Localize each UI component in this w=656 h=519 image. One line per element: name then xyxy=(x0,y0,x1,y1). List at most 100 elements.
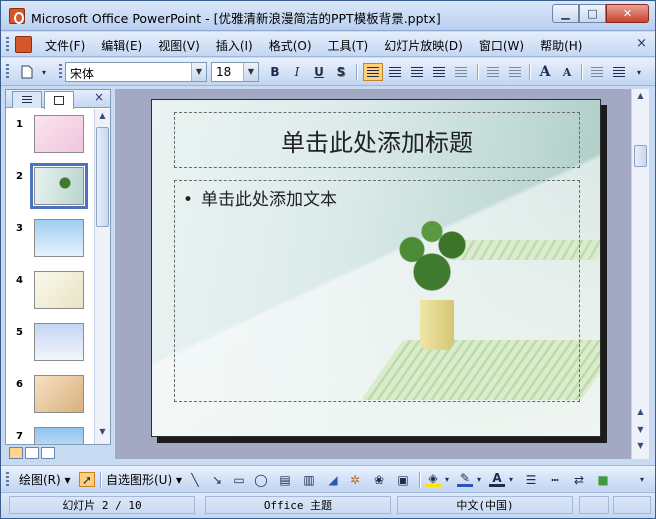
decrease-font-button[interactable]: A xyxy=(557,63,577,81)
tab-outline[interactable] xyxy=(12,91,42,108)
oval-icon[interactable]: ◯ xyxy=(253,472,269,487)
slide-scrollbar[interactable]: ▲ ▲ ▼ ▼ xyxy=(631,89,649,459)
draw-menu-button[interactable]: 绘图(R) ▾ xyxy=(19,471,71,488)
document-close-button[interactable]: × xyxy=(636,36,647,51)
shadow-style-icon[interactable]: ■ xyxy=(595,472,611,487)
scrollbar-thumb[interactable] xyxy=(634,145,647,167)
font-size-select[interactable]: 18 ▼ xyxy=(211,62,259,82)
line-icon[interactable]: ╲ xyxy=(187,472,203,487)
fill-color-icon[interactable]: ◈ xyxy=(425,471,441,487)
toolbar-options-icon[interactable]: ▾ xyxy=(39,63,49,81)
slide-thumbnail-row[interactable]: 1 xyxy=(6,113,94,159)
tab-slides[interactable] xyxy=(44,91,74,109)
title-placeholder[interactable]: 单击此处添加标题 xyxy=(174,112,580,168)
slide-sorter-view-icon[interactable] xyxy=(25,447,39,459)
slide-thumbnail[interactable] xyxy=(34,115,84,153)
font-name-select[interactable]: 宋体 ▼ xyxy=(65,62,207,82)
line-style-icon[interactable]: ☰ xyxy=(523,472,539,487)
powerpoint-app-icon[interactable] xyxy=(9,8,25,24)
clip-art-icon[interactable]: ❀ xyxy=(371,472,387,487)
wordart-icon[interactable]: ◢ xyxy=(325,472,341,487)
normal-view-icon[interactable] xyxy=(9,447,23,459)
toolbar-options-icon[interactable]: ▾ xyxy=(637,472,647,487)
arrow-icon[interactable]: ↘ xyxy=(209,472,225,487)
close-button[interactable]: ✕ xyxy=(606,4,649,23)
vertical-text-box-icon[interactable]: ▥ xyxy=(301,472,317,487)
toolbar-grip[interactable] xyxy=(59,64,62,80)
numbering-button[interactable] xyxy=(483,63,503,81)
decrease-indent-button[interactable] xyxy=(587,63,607,81)
slide-thumbnail-row[interactable]: 3 xyxy=(6,217,94,263)
new-document-icon[interactable] xyxy=(17,63,37,81)
align-center-button[interactable] xyxy=(385,63,405,81)
menu-slideshow[interactable]: 幻灯片放映(D) xyxy=(384,37,463,54)
slide-thumbnail-row[interactable]: 6 xyxy=(6,373,94,419)
menu-file[interactable]: 文件(F) xyxy=(45,37,85,54)
slide-thumbnail-row[interactable]: 2 xyxy=(6,163,94,211)
increase-indent-button[interactable] xyxy=(609,63,629,81)
rectangle-icon[interactable]: ▭ xyxy=(231,472,247,487)
arrow-style-icon[interactable]: ⇄ xyxy=(571,472,587,487)
thumbnails-scrollbar[interactable]: ▲ ▼ xyxy=(94,109,110,444)
menu-help[interactable]: 帮助(H) xyxy=(540,37,582,54)
slide-thumbnail[interactable] xyxy=(34,271,84,309)
align-left-button[interactable] xyxy=(363,63,383,81)
underline-button[interactable]: U xyxy=(309,63,329,81)
increase-font-button[interactable]: A xyxy=(535,63,555,81)
next-slide-icon[interactable]: ▼ xyxy=(635,425,646,439)
toolbar-options-icon[interactable]: ▾ xyxy=(633,63,645,81)
slideshow-view-icon[interactable] xyxy=(41,447,55,459)
slide-thumbnail-selected[interactable] xyxy=(30,163,88,209)
chevron-down-icon[interactable]: ▾ xyxy=(443,472,451,487)
slide-thumbnail[interactable] xyxy=(34,219,84,257)
font-color-icon[interactable]: A xyxy=(489,471,505,487)
diagram-icon[interactable]: ✲ xyxy=(347,472,363,487)
slide-thumbnail-row[interactable]: 5 xyxy=(6,321,94,367)
picture-icon[interactable]: ▣ xyxy=(395,472,411,487)
chevron-down-icon[interactable]: ▼ xyxy=(243,63,258,81)
scrollbar-thumb[interactable] xyxy=(96,127,109,227)
select-objects-icon[interactable]: ➚ xyxy=(79,472,95,487)
autoshapes-menu-button[interactable]: 自选图形(U) ▾ xyxy=(106,471,182,488)
slide-thumbnail[interactable] xyxy=(34,323,84,361)
chevron-down-icon[interactable]: ▾ xyxy=(475,472,483,487)
scroll-down-icon[interactable]: ▼ xyxy=(97,427,108,441)
justify-button[interactable] xyxy=(429,63,449,81)
previous-slide-icon[interactable]: ▲ xyxy=(635,407,646,421)
maximize-button[interactable]: □ xyxy=(579,4,606,23)
menu-tools[interactable]: 工具(T) xyxy=(328,37,369,54)
menu-format[interactable]: 格式(O) xyxy=(269,37,312,54)
shadow-button[interactable]: S xyxy=(331,63,351,81)
current-slide[interactable]: 单击此处添加标题 • 单击此处添加文本 xyxy=(151,99,601,437)
menu-window[interactable]: 窗口(W) xyxy=(479,37,524,54)
dash-style-icon[interactable]: ┅ xyxy=(547,472,563,487)
chevron-down-icon[interactable]: ▼ xyxy=(191,63,206,81)
slide-thumbnail-row[interactable]: 7 xyxy=(6,425,94,444)
toolbar-grip[interactable] xyxy=(6,64,9,80)
toolbar-grip[interactable] xyxy=(6,472,9,488)
line-color-icon[interactable]: ✎ xyxy=(457,471,473,487)
body-placeholder[interactable]: • 单击此处添加文本 xyxy=(174,180,580,402)
italic-button[interactable]: I xyxy=(287,63,307,81)
bold-button[interactable]: B xyxy=(265,63,285,81)
slide-thumbnail-row[interactable]: 4 xyxy=(6,269,94,315)
panel-close-button[interactable]: × xyxy=(94,90,104,104)
distributed-button[interactable] xyxy=(451,63,471,81)
drawing-toolbar: 绘图(R) ▾ ➚ 自选图形(U) ▾ ╲ ↘ ▭ ◯ ▤ ▥ ◢ ✲ ❀ ▣ … xyxy=(1,465,655,491)
menu-edit[interactable]: 编辑(E) xyxy=(101,37,142,54)
scroll-up-icon[interactable]: ▲ xyxy=(635,91,646,105)
slide-thumbnail[interactable] xyxy=(34,375,84,413)
menu-grip[interactable] xyxy=(6,37,9,52)
text-box-icon[interactable]: ▤ xyxy=(277,472,293,487)
chevron-down-icon[interactable]: ▾ xyxy=(507,472,515,487)
menu-insert[interactable]: 插入(I) xyxy=(216,37,253,54)
align-right-button[interactable] xyxy=(407,63,427,81)
scroll-down-icon[interactable]: ▼ xyxy=(635,441,646,455)
font-name-value: 宋体 xyxy=(70,67,95,81)
document-icon[interactable] xyxy=(15,36,32,53)
slide-thumbnail[interactable] xyxy=(34,427,84,444)
minimize-button[interactable]: ▁ xyxy=(552,4,579,23)
scroll-up-icon[interactable]: ▲ xyxy=(97,111,108,125)
menu-view[interactable]: 视图(V) xyxy=(158,37,200,54)
bullets-button[interactable] xyxy=(505,63,525,81)
